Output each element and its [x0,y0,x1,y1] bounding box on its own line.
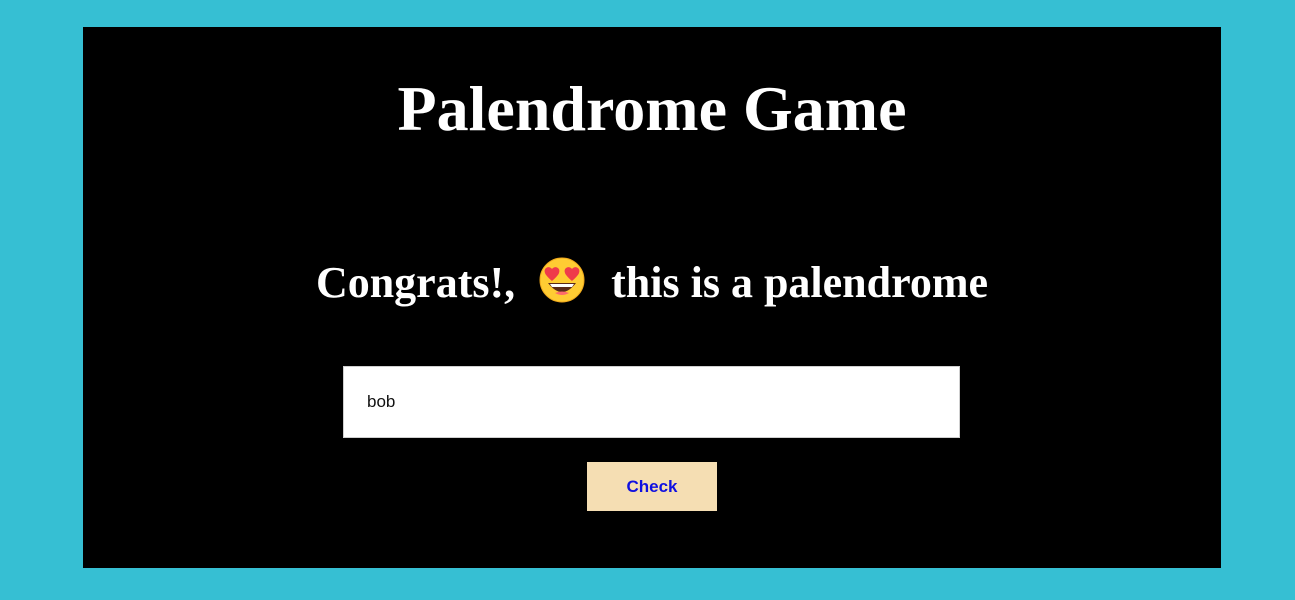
result-suffix: this is a palendrome [611,258,989,307]
game-panel: Palendrome Game Congrats!, this is a pal… [83,27,1221,568]
page-title: Palendrome Game [397,73,907,144]
result-message: Congrats!, this is a palendrome [83,253,1221,313]
result-prefix: Congrats!, [315,258,516,307]
check-button[interactable]: Check [587,462,717,511]
word-input[interactable] [343,366,960,438]
heart-eyes-face-icon [538,256,586,304]
